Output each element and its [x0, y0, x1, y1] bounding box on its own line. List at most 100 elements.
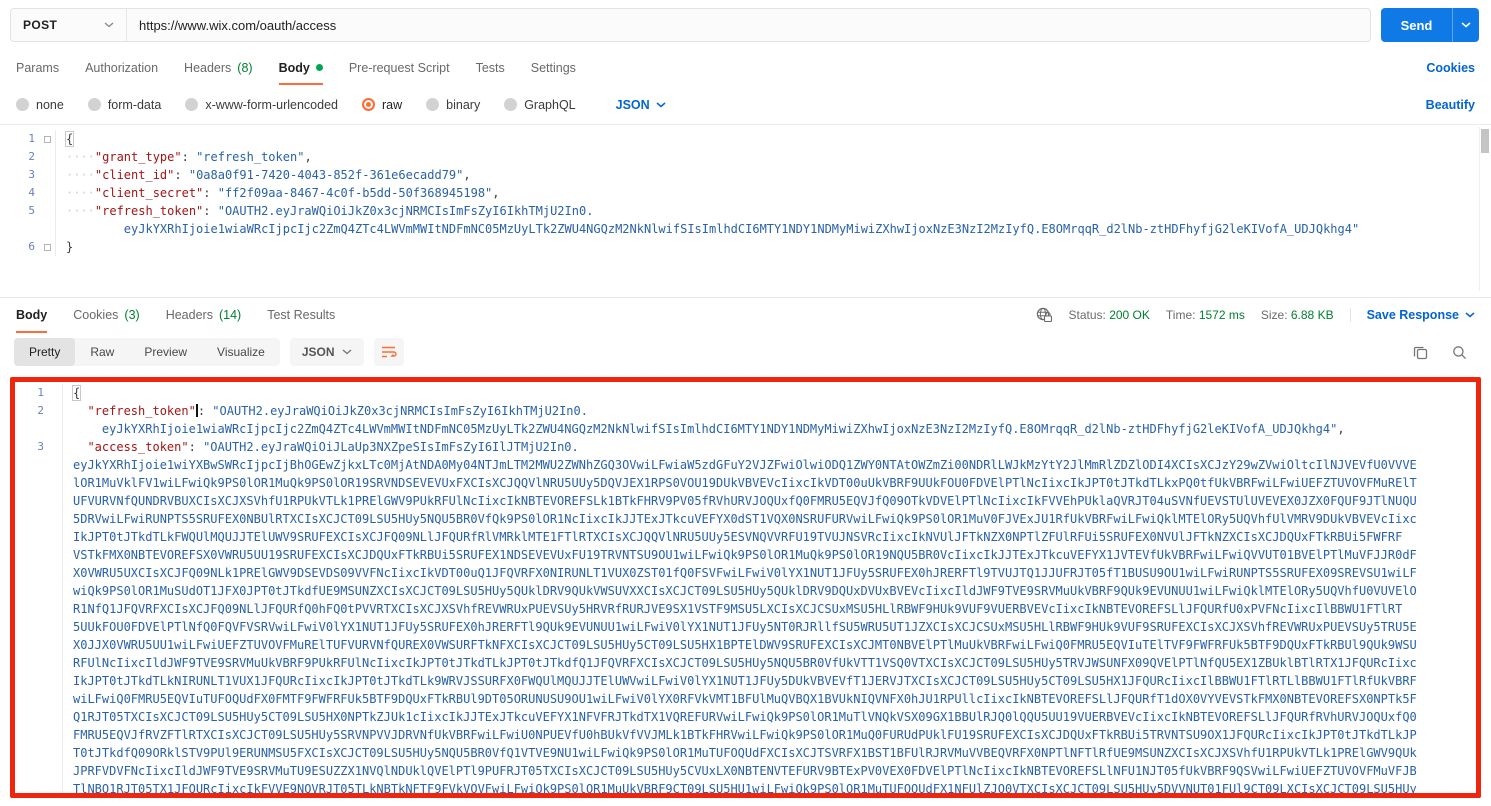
tab-authorization[interactable]: Authorization [85, 50, 158, 85]
response-section: Body Cookies(3) Headers(14) Test Results St… [0, 297, 1491, 798]
status-pair: Status: 200 OK [1069, 308, 1150, 322]
tab-count-badge: (8) [237, 61, 252, 75]
body-mode-binary[interactable]: binary [426, 98, 480, 112]
body-set-dot-icon [316, 64, 323, 71]
fold-icon[interactable] [44, 244, 51, 251]
mode-label: GraphQL [524, 98, 575, 112]
chevron-down-icon [342, 349, 352, 355]
code-line: 1{ [15, 384, 1476, 402]
body-mode-GraphQL[interactable]: GraphQL [504, 98, 575, 112]
viewer-language-label: JSON [302, 345, 335, 359]
line-number [15, 528, 49, 546]
code-line: eyJkYXRhIjoie1wiYXBwSWRcIjpcIjBhOGEwZjkx… [15, 456, 1476, 474]
line-number [15, 672, 49, 690]
code-line: FMRU5EQVJfRVZFTlRTXCIsXCJCT09LSU5HUy5SRV… [15, 726, 1476, 744]
code-line: Q1RJT05TXCIsXCJCT09LSU5HUy5CT09LSU5HX0NP… [15, 708, 1476, 726]
line-number: 1 [15, 384, 49, 402]
gutter [49, 492, 63, 510]
scrollbar-thumb[interactable] [1481, 129, 1489, 153]
chevron-down-icon [104, 22, 114, 28]
line-number [15, 654, 49, 672]
tab-headers[interactable]: Headers(14) [166, 298, 241, 333]
gutter [49, 582, 63, 600]
code-line: IkJPT0tJTkdTLkNIRUNLT1VUX1JFQURcIixcIkJP… [15, 672, 1476, 690]
body-mode-form-data[interactable]: form-data [88, 98, 162, 112]
line-number: 3 [0, 166, 40, 184]
code-line: T0tJTkdfQ09ORklSTV9PUl9ERUNMSU5FXCIsXCJC… [15, 744, 1476, 762]
line-number [15, 492, 49, 510]
viewer-tab-preview[interactable]: Preview [129, 338, 202, 366]
gutter [49, 762, 63, 780]
line-number [15, 600, 49, 618]
save-response-button[interactable]: Save Response [1350, 308, 1475, 322]
radio-icon [362, 98, 375, 111]
gutter [49, 510, 63, 528]
tab-tests[interactable]: Tests [476, 50, 505, 85]
tab-label: Params [16, 61, 59, 75]
line-number [15, 726, 49, 744]
tab-cookies[interactable]: Cookies(3) [73, 298, 139, 333]
tab-settings[interactable]: Settings [531, 50, 576, 85]
tab-label: Body [16, 308, 47, 322]
gutter [40, 220, 56, 238]
request-editor-scrollbar[interactable] [1479, 127, 1489, 291]
send-button[interactable]: Send [1381, 8, 1479, 42]
radio-icon [426, 98, 439, 111]
code-line: VSTkFMX0NBTEVOREFSX0VWRU5UU19SRUFEXCIsXC… [15, 546, 1476, 564]
wrap-text-button[interactable] [374, 338, 404, 366]
tab-label: Headers [166, 308, 213, 322]
body-language-dropdown[interactable]: JSON [616, 98, 666, 112]
line-number [15, 420, 49, 438]
gutter [40, 202, 56, 220]
body-mode-row: none form-data x-www-form-urlencoded raw bin… [0, 85, 1491, 125]
gutter [49, 564, 63, 582]
gutter [49, 708, 63, 726]
tab-test-results[interactable]: Test Results [267, 298, 335, 333]
code-line: 2····"grant_type": "refresh_token", [0, 148, 1491, 166]
fold-icon[interactable] [44, 136, 51, 143]
cookies-link[interactable]: Cookies [1426, 61, 1475, 75]
line-number [15, 762, 49, 780]
beautify-link[interactable]: Beautify [1426, 98, 1475, 112]
line-number: 3 [15, 438, 49, 456]
tab-pre-request-script[interactable]: Pre-request Script [349, 50, 450, 85]
tab-body[interactable]: Body [16, 298, 47, 333]
time-value: 1572 ms [1199, 308, 1245, 322]
viewer-tab-raw[interactable]: Raw [75, 338, 129, 366]
tab-params[interactable]: Params [16, 50, 59, 85]
tab-headers[interactable]: Headers(8) [184, 50, 253, 85]
chevron-down-icon [656, 102, 666, 108]
viewer-language-dropdown[interactable]: JSON [290, 338, 364, 366]
tab-label: Body [279, 61, 310, 75]
tab-label: Test Results [267, 308, 335, 322]
line-number [0, 220, 40, 238]
url-input[interactable]: https://www.wix.com/oauth/access [127, 9, 1370, 41]
body-mode-none[interactable]: none [16, 98, 64, 112]
line-number: 5 [0, 202, 40, 220]
tab-body[interactable]: Body [279, 50, 323, 85]
mode-label: none [36, 98, 64, 112]
viewer-tab-visualize[interactable]: Visualize [202, 338, 280, 366]
gutter [49, 744, 63, 762]
gutter [49, 420, 63, 438]
body-mode-raw[interactable]: raw [362, 98, 402, 112]
send-label[interactable]: Send [1381, 8, 1452, 42]
line-number [15, 690, 49, 708]
copy-icon[interactable] [1413, 345, 1428, 360]
send-options-dropdown[interactable] [1452, 8, 1479, 42]
search-icon[interactable] [1452, 345, 1467, 360]
code-line: 2 "refresh_token": "OAUTH2.eyJraWQiOiJkZ… [15, 402, 1476, 420]
request-url-bar: POST https://www.wix.com/oauth/access Se… [0, 0, 1491, 50]
method-dropdown[interactable]: POST [11, 9, 127, 41]
code-line: IkJPT0tJTkdTLkFWQUlMQUJJTElUWV9SRUFEXCIs… [15, 528, 1476, 546]
gutter [49, 618, 63, 636]
size-pair: Size: 6.88 KB [1261, 308, 1334, 322]
code-line: 5DRVwiLFwiRUNPTS5SRUFEX0NBUlRTXCIsXCJCT0… [15, 510, 1476, 528]
gutter [49, 636, 63, 654]
tab-label: Settings [531, 61, 576, 75]
request-body-editor[interactable]: 1{2····"grant_type": "refresh_token",3··… [0, 125, 1491, 297]
body-mode-x-www-form-urlencoded[interactable]: x-www-form-urlencoded [185, 98, 338, 112]
response-body-highlighted[interactable]: 1{2 "refresh_token": "OAUTH2.eyJraWQiOiJ… [10, 377, 1481, 798]
viewer-tab-pretty[interactable]: Pretty [14, 338, 75, 366]
viewer-tab-group: PrettyRawPreviewVisualize [14, 338, 280, 366]
